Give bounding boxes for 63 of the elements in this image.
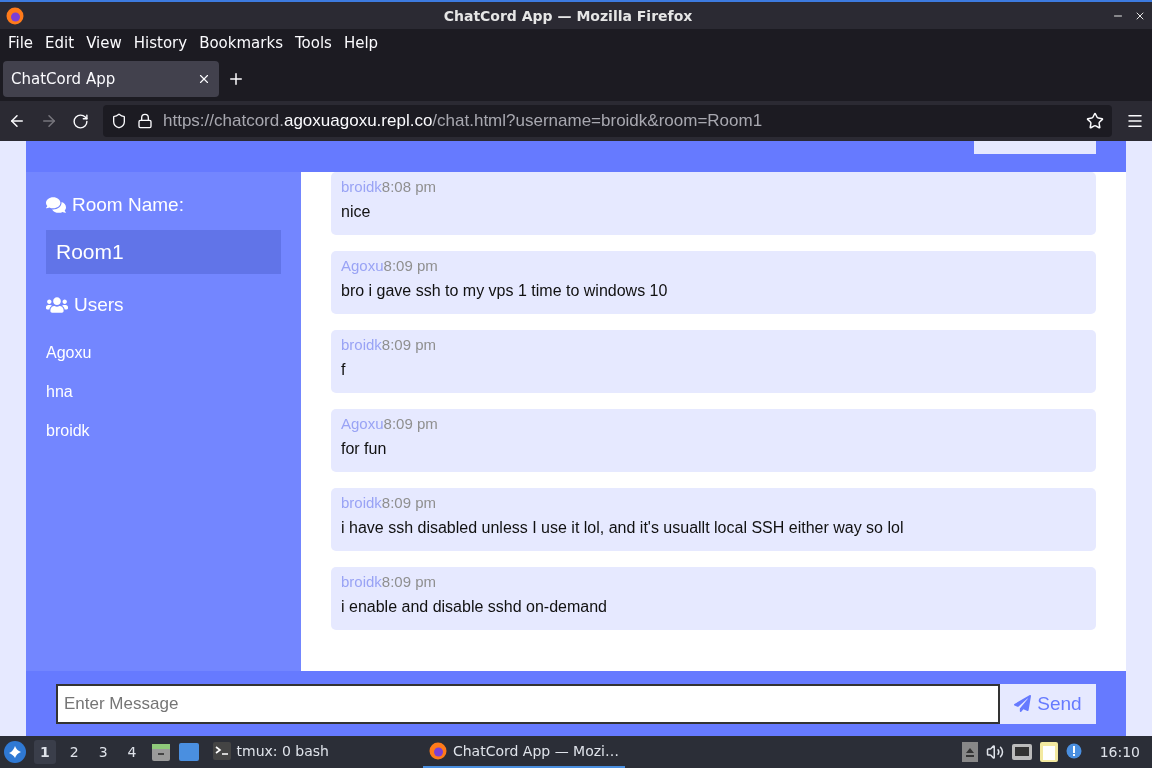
send-icon xyxy=(1014,695,1032,712)
message-text: nice xyxy=(341,203,372,221)
user-name: broidk xyxy=(46,422,91,440)
message-text: f xyxy=(341,361,347,379)
start-menu-icon[interactable] xyxy=(4,741,26,763)
message-meta: Agoxu8:09 pm xyxy=(341,415,439,432)
menu-item[interactable]: Edit xyxy=(39,34,81,52)
back-icon[interactable] xyxy=(8,112,26,130)
workspace-button[interactable]: 1 xyxy=(34,740,56,764)
user-name: hna xyxy=(46,383,74,401)
user-name: Agoxu xyxy=(46,344,93,362)
message-input[interactable]: Enter Message xyxy=(56,683,1000,724)
taskbar-task[interactable]: tmux: 0 bash xyxy=(206,736,335,768)
message-meta: Agoxu8:09 pm xyxy=(341,257,439,274)
lock-icon xyxy=(137,113,153,129)
task-label: tmux: 0 bash xyxy=(236,743,329,759)
terminal-icon xyxy=(212,742,231,760)
eject-icon[interactable] xyxy=(961,742,978,762)
menu-icon[interactable] xyxy=(1126,112,1144,130)
reload-icon[interactable] xyxy=(72,112,89,130)
forward-icon[interactable] xyxy=(40,112,58,130)
users-label: Users xyxy=(74,294,124,316)
file-cabinet-icon[interactable] xyxy=(150,742,171,762)
workspace-button[interactable]: 3 xyxy=(92,740,114,764)
menu-item[interactable]: Tools xyxy=(288,34,338,52)
menu-item[interactable]: Help xyxy=(337,34,385,52)
url-text: https://chatcord.agoxuagoxu.repl.co/chat.html?username=broidk&room=Room1 xyxy=(163,111,763,131)
taskbar-task[interactable]: ChatCord App — Mozi… xyxy=(422,736,625,768)
clipboard-icon[interactable] xyxy=(1039,742,1058,762)
menu-item[interactable]: View xyxy=(80,34,128,52)
new-tab-icon[interactable] xyxy=(227,70,245,88)
browser-icon xyxy=(428,742,447,760)
desktop-icon[interactable] xyxy=(178,743,199,761)
close-icon[interactable] xyxy=(197,72,211,86)
chat-icon xyxy=(46,195,66,215)
menu-item[interactable]: File xyxy=(2,34,40,52)
message-text: i enable and disable sshd on-demand xyxy=(341,598,608,616)
message-text: for fun xyxy=(341,440,388,458)
message-text: i have ssh disabled unless I use it lol, and it's usuallt local SSH either way so lol xyxy=(341,519,905,537)
message-meta: broidk8:09 pm xyxy=(341,336,438,353)
task-label: ChatCord App — Mozi… xyxy=(452,743,619,759)
message-meta: broidk8:09 pm xyxy=(341,573,438,590)
room-name: Room1 xyxy=(46,230,281,274)
shield-icon xyxy=(111,113,127,129)
message-meta: broidk8:08 pm xyxy=(341,178,438,195)
users-icon xyxy=(46,294,68,316)
network-icon[interactable] xyxy=(1011,744,1032,760)
message-meta: broidk8:09 pm xyxy=(341,494,438,511)
volume-icon[interactable] xyxy=(985,743,1004,761)
menu-item[interactable]: Bookmarks xyxy=(193,34,289,52)
bookmark-star-icon[interactable] xyxy=(1086,112,1104,130)
room-label: Room Name: xyxy=(72,194,184,216)
window-title: ChatCord App — Mozilla Firefox xyxy=(442,7,694,24)
browser-tab[interactable]: ChatCord App xyxy=(3,61,219,97)
notification-icon[interactable] xyxy=(1065,743,1084,761)
workspace-button[interactable]: 2 xyxy=(63,740,85,764)
browser-icon xyxy=(6,6,24,25)
menu-item[interactable]: History xyxy=(127,34,194,52)
clock: 16:10 xyxy=(1098,744,1141,760)
address-bar[interactable]: https://chatcord.agoxuagoxu.repl.co/chat.html?username=broidk&room=Room1 xyxy=(103,105,1112,137)
tab-title: ChatCord App xyxy=(11,70,116,88)
message-text: bro i gave ssh to my vps 1 time to windows 10 xyxy=(341,282,669,300)
workspace-button[interactable]: 4 xyxy=(121,740,143,764)
